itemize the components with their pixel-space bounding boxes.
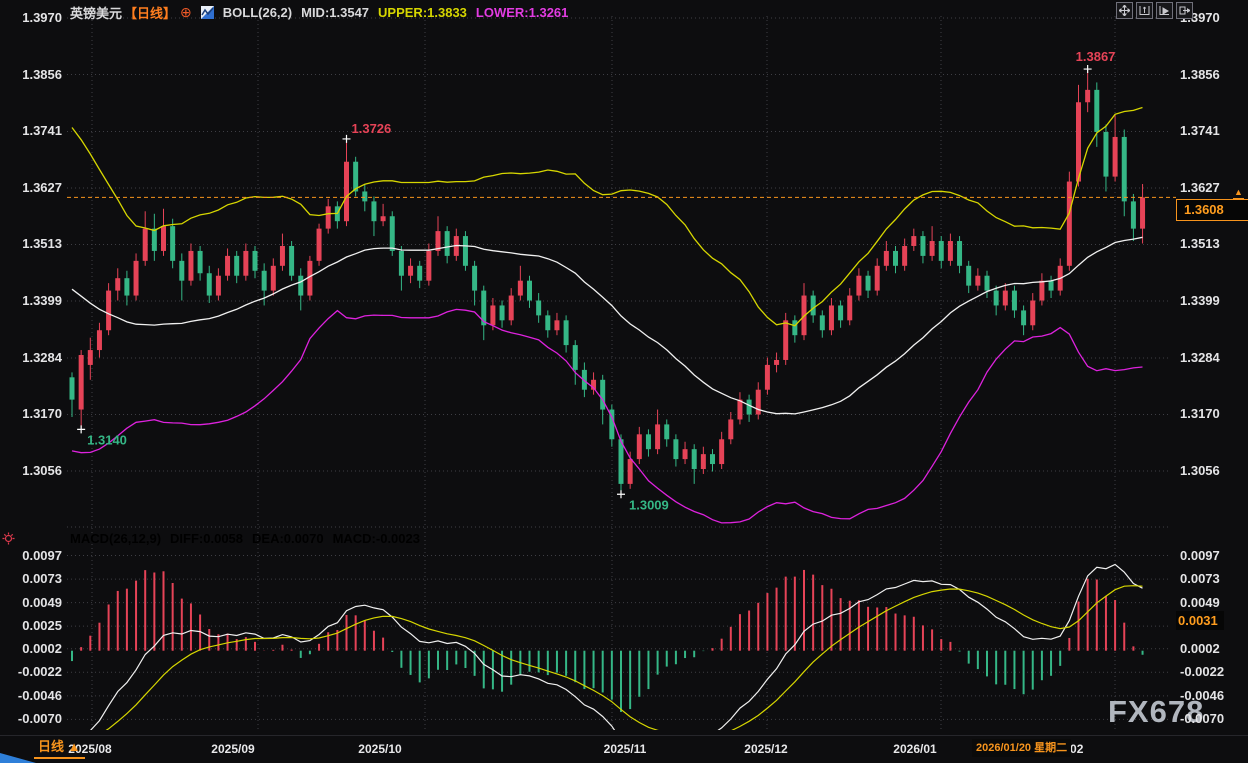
pan-icon[interactable] — [1116, 2, 1133, 19]
add-indicator-icon[interactable]: ⊕ — [180, 4, 192, 21]
macd-dea-value: DEA:0.0070 — [252, 531, 324, 546]
panel-marker-icon — [2, 532, 15, 550]
boll-lower-value: LOWER:1.3261 — [476, 5, 568, 20]
period-tag: 【日线】 — [124, 3, 176, 22]
symbol-name: 英镑美元 — [70, 3, 122, 22]
extreme-price-label: 1.3140 — [87, 432, 127, 447]
period-tab-arrow-icon: ▲ — [68, 739, 81, 754]
extreme-cross-marker — [1084, 65, 1092, 73]
period-tab-daily[interactable]: 日线 ▲ — [34, 736, 85, 759]
autoplay-scale-icon[interactable] — [1156, 2, 1173, 19]
current-price-tag: 1.3608 — [1176, 199, 1248, 221]
extreme-cross-marker — [617, 490, 625, 498]
macd-label: MACD(26,12,9) — [70, 531, 161, 546]
date-axis-divider — [0, 735, 1248, 736]
indicator-chart-icon — [201, 6, 214, 19]
goto-latest-icon[interactable] — [1176, 2, 1193, 19]
boll-upper-value: UPPER:1.3833 — [378, 5, 467, 20]
watermark: FX678 — [1108, 694, 1204, 730]
current-macd-tag: 0.0031 — [1176, 611, 1224, 630]
chart-toolbar — [1116, 2, 1193, 19]
macd-macd-value: MACD:-0.0023 — [333, 531, 420, 546]
extreme-cross-marker — [343, 135, 351, 143]
crosshair-date-tag: 2026/01/20 星期二 — [972, 739, 1071, 757]
extreme-price-label: 1.3009 — [629, 497, 669, 512]
chart-canvas[interactable]: 1.3726 1.3867 1.3140 1.3009 — [0, 0, 1248, 763]
boll-label: BOLL(26,2) — [223, 5, 292, 20]
boll-mid-value: MID:1.3547 — [301, 5, 369, 20]
corner-logo-wedge — [0, 753, 36, 763]
macd-diff-value: DIFF:0.0058 — [170, 531, 243, 546]
chart-window: 1.3726 1.3867 1.3140 1.3009 英镑美元 【日线】 ⊕ BOL… — [0, 0, 1248, 763]
price-alert-arrow-icon[interactable]: ▲ — [1233, 188, 1244, 200]
macd-header: MACD(26,12,9) DIFF:0.0058 DEA:0.0070 MAC… — [70, 531, 420, 546]
extreme-price-label: 1.3867 — [1076, 49, 1116, 64]
extreme-cross-marker — [77, 425, 85, 433]
period-tab-label: 日线 — [38, 739, 64, 754]
chart-header: 英镑美元 【日线】 ⊕ BOLL(26,2) MID:1.3547 UPPER:… — [70, 3, 568, 22]
extreme-price-label: 1.3726 — [352, 121, 392, 136]
fit-y-axis-icon[interactable] — [1136, 2, 1153, 19]
macd-histogram — [72, 570, 1143, 712]
candles — [70, 69, 1146, 494]
